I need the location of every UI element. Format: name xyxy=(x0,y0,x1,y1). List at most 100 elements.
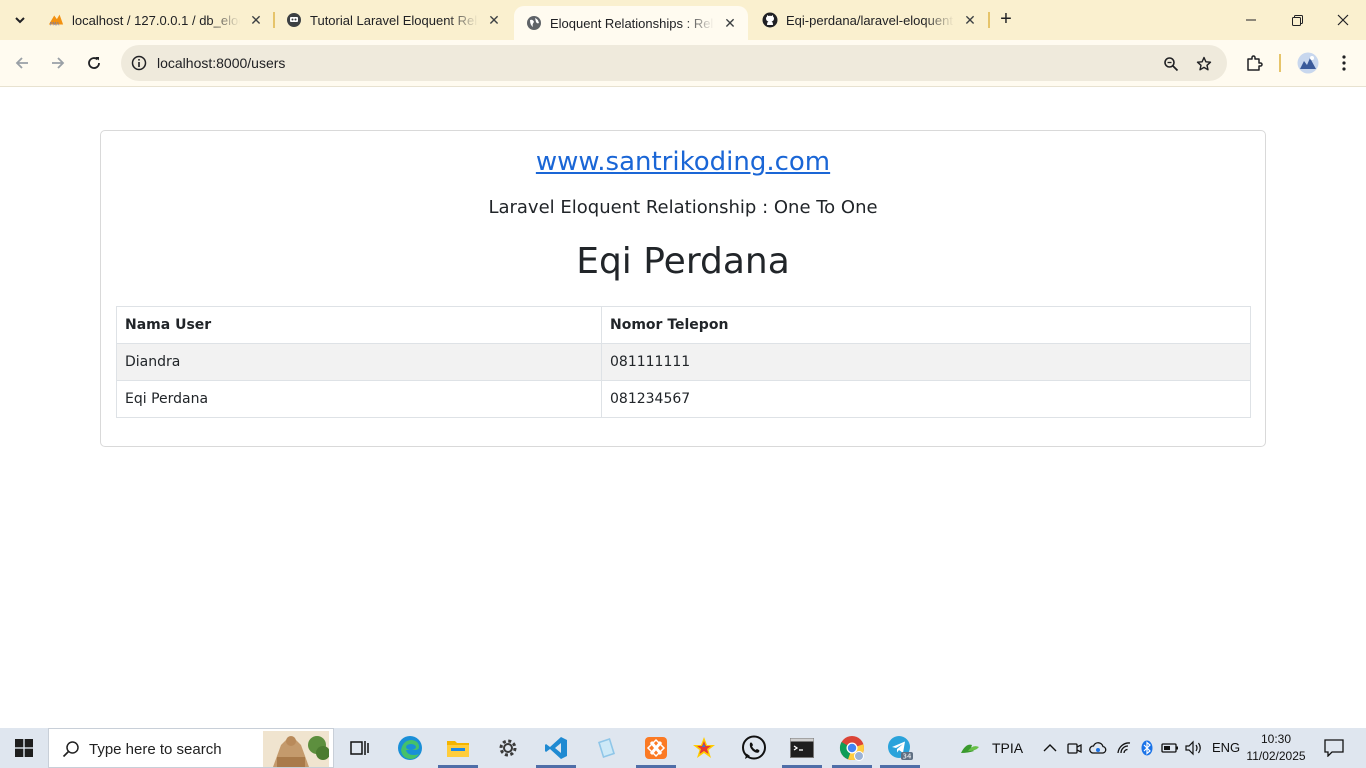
address-url[interactable]: localhost:8000/users xyxy=(157,55,285,71)
vscode-button[interactable] xyxy=(532,728,580,768)
user-name-cell: Eqi Perdana xyxy=(116,380,602,418)
chevron-down-icon xyxy=(15,17,25,24)
meet-icon[interactable] xyxy=(1064,738,1084,758)
reload-icon xyxy=(88,57,100,69)
restore-icon xyxy=(1291,14,1303,26)
settings-button[interactable] xyxy=(484,728,532,768)
restore-button[interactable] xyxy=(1274,0,1320,40)
vscode-icon xyxy=(545,737,567,759)
tab-title: Tutorial Laravel Eloquent Relationship xyxy=(310,12,478,28)
table-row: Eqi Perdana 081234567 xyxy=(116,380,1251,418)
clock-time: 10:30 xyxy=(1260,732,1292,746)
taskbar-search-box[interactable]: Type here to search xyxy=(48,728,334,768)
bluetooth-icon[interactable] xyxy=(1137,738,1157,758)
site-link[interactable]: www.santrikoding.com xyxy=(101,147,1265,177)
cloud-sync-icon[interactable] xyxy=(1088,738,1108,758)
forward-arrow-icon xyxy=(52,57,65,69)
browser-toolbar: localhost:8000/users xyxy=(0,40,1366,87)
starred-app-icon xyxy=(693,737,715,758)
xampp-icon xyxy=(645,737,667,759)
github-icon xyxy=(762,12,778,28)
back-arrow-icon xyxy=(15,57,28,69)
settings-icon xyxy=(499,739,517,757)
santrikoding-icon xyxy=(286,12,302,28)
telegram-button[interactable]: 34 xyxy=(876,728,924,768)
clock[interactable]: 10:30 11/02/2025 xyxy=(1240,731,1312,765)
terminal-button[interactable] xyxy=(778,728,826,768)
network-label[interactable]: TPIA xyxy=(992,740,1023,756)
minimize-button[interactable] xyxy=(1228,0,1274,40)
globe-icon xyxy=(526,15,542,31)
task-view-button[interactable] xyxy=(336,728,384,768)
chrome-button[interactable] xyxy=(828,728,876,768)
close-tab-icon[interactable]: ✕ xyxy=(248,12,264,28)
tab-search-button[interactable] xyxy=(6,6,34,34)
phpmyadmin-icon: PMA xyxy=(48,12,64,28)
avatar xyxy=(1297,52,1319,74)
chrome-icon xyxy=(839,736,864,761)
wifi-icon[interactable] xyxy=(1114,738,1134,758)
new-tab-button[interactable]: + xyxy=(994,8,1018,32)
telegram-icon: 34 xyxy=(888,736,913,761)
telegram-badge: 34 xyxy=(903,753,912,761)
menu-button[interactable] xyxy=(1330,49,1358,77)
tab-eloquent-relationships[interactable]: Eloquent Relationships : Relasi One To O… xyxy=(514,6,748,40)
taskbar: Type here to search 34 TPIA ENG 10:30 11… xyxy=(0,728,1366,768)
volume-icon[interactable] xyxy=(1184,738,1204,758)
user-name-cell: Diandra xyxy=(116,343,602,381)
file-explorer-button[interactable] xyxy=(434,728,482,768)
notepad-button[interactable] xyxy=(582,728,630,768)
search-placeholder: Type here to search xyxy=(89,741,222,758)
close-tab-icon[interactable]: ✕ xyxy=(486,12,502,28)
page-title: Eqi Perdana xyxy=(576,241,790,282)
svg-text:PMA: PMA xyxy=(50,21,60,27)
puzzle-icon xyxy=(1247,55,1263,71)
notifications-icon[interactable] xyxy=(1322,738,1346,758)
bookmark-star-icon[interactable] xyxy=(1193,53,1215,75)
edge-icon xyxy=(398,736,422,760)
zoom-icon[interactable] xyxy=(1160,53,1182,75)
network-app-icon[interactable] xyxy=(960,738,980,758)
tab-title: Eqi-perdana/laravel-eloquent-relationshi… xyxy=(786,12,954,28)
edge-button[interactable] xyxy=(386,728,434,768)
starred-app-button[interactable] xyxy=(680,728,728,768)
search-highlight-art xyxy=(263,731,329,767)
terminal-icon xyxy=(790,738,814,758)
close-window-button[interactable] xyxy=(1320,0,1366,40)
table-row: Diandra 081111111 xyxy=(116,343,1251,381)
forward-button[interactable] xyxy=(44,49,72,77)
reload-button[interactable] xyxy=(80,49,108,77)
clock-date: 11/02/2025 xyxy=(1246,749,1306,763)
tab-title: Eloquent Relationships : Relasi One To O… xyxy=(550,15,714,31)
address-bar[interactable]: localhost:8000/users xyxy=(121,45,1227,81)
profile-button[interactable] xyxy=(1294,49,1322,77)
close-tab-icon[interactable]: ✕ xyxy=(962,12,978,28)
battery-icon[interactable] xyxy=(1160,738,1180,758)
page-subtitle: Laravel Eloquent Relationship : One To O… xyxy=(488,197,878,218)
language-indicator[interactable]: ENG xyxy=(1212,740,1240,755)
tab-github[interactable]: Eqi-perdana/laravel-eloquent-relationshi… xyxy=(750,0,988,40)
back-button[interactable] xyxy=(8,49,36,77)
xampp-button[interactable] xyxy=(632,728,680,768)
close-icon xyxy=(1337,14,1349,26)
close-tab-icon[interactable]: ✕ xyxy=(722,15,738,31)
windows-logo-icon xyxy=(15,739,33,757)
file-explorer-icon xyxy=(447,741,469,757)
show-hidden-icons-icon[interactable] xyxy=(1040,738,1060,758)
search-icon xyxy=(62,741,79,758)
start-button[interactable] xyxy=(0,728,48,768)
notepad-icon xyxy=(598,738,615,758)
column-header-name: Nama User xyxy=(116,306,602,344)
whatsapp-button[interactable] xyxy=(730,728,778,768)
tab-strip: PMA localhost / 127.0.0.1 / db_eloquent … xyxy=(0,0,1366,40)
site-info-icon[interactable] xyxy=(129,53,149,73)
task-view-icon xyxy=(350,741,369,755)
tab-tutorial[interactable]: Tutorial Laravel Eloquent Relationship ✕ xyxy=(274,0,512,40)
tab-phpmyadmin[interactable]: PMA localhost / 127.0.0.1 / db_eloquent … xyxy=(36,0,274,40)
extensions-button[interactable] xyxy=(1240,49,1268,77)
kebab-menu-icon xyxy=(1342,55,1346,71)
users-table: Nama User Nomor Telepon Diandra 08111111… xyxy=(116,306,1251,418)
minimize-icon xyxy=(1246,19,1256,21)
column-header-phone: Nomor Telepon xyxy=(601,306,1251,344)
phone-cell: 081111111 xyxy=(601,343,1251,381)
